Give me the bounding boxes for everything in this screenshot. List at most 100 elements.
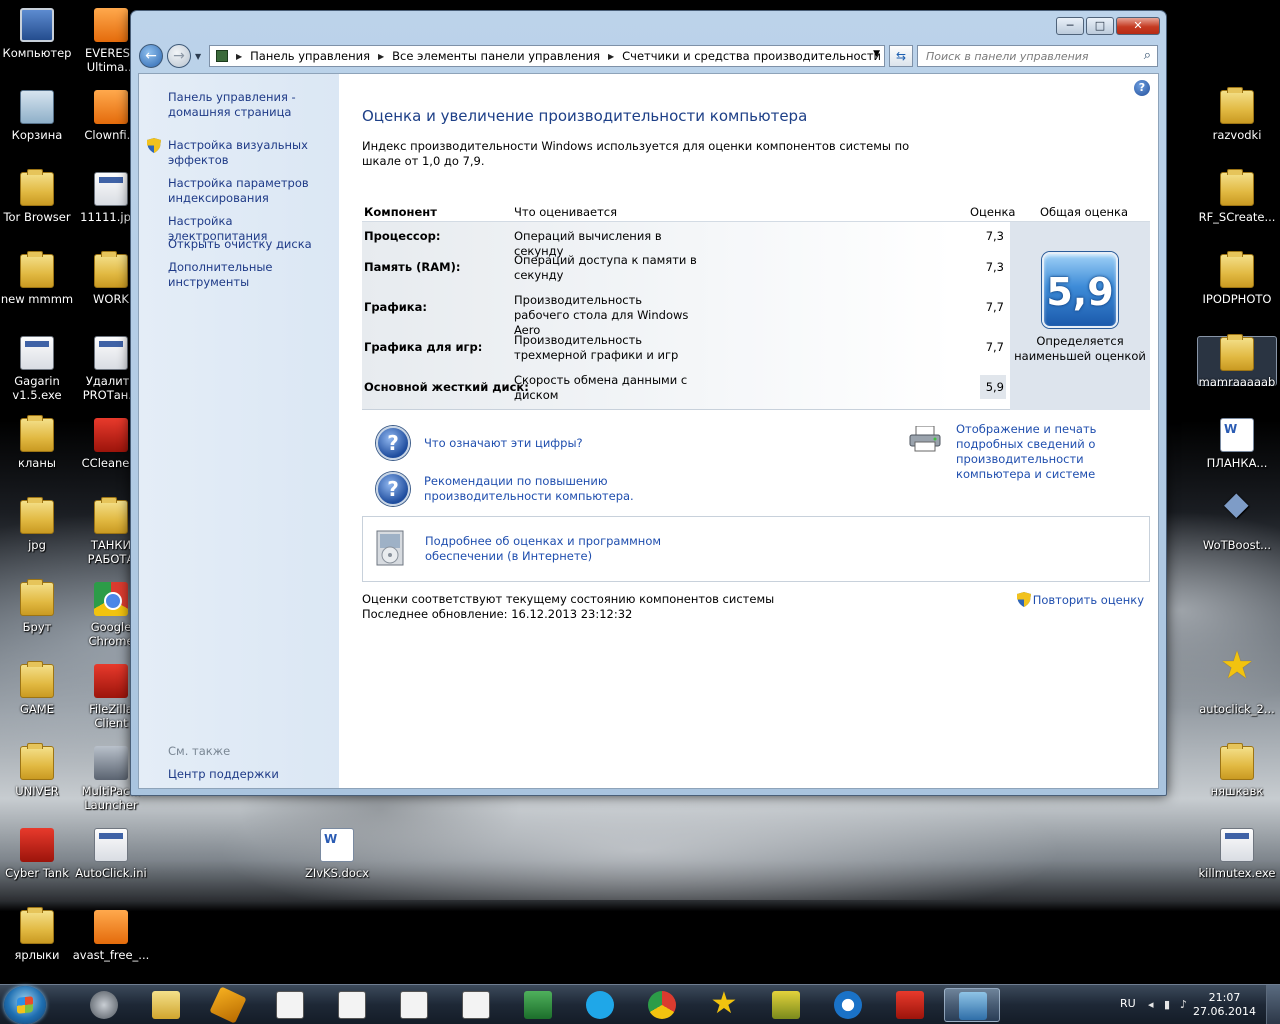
start-button[interactable]: [4, 986, 46, 1024]
taskbar-exe-2[interactable]: [324, 988, 380, 1022]
desktop-icon-gagarin[interactable]: Gagarin v1.5.exe: [0, 336, 77, 402]
main-pane: Оценка и увеличение производительности к…: [362, 74, 1150, 788]
exe-icon: [1220, 828, 1254, 862]
minimize-button[interactable]: ─: [1056, 17, 1084, 35]
row-score: 7,3: [985, 260, 1004, 274]
folder-icon: [1220, 743, 1254, 780]
help-question-icon: ?: [376, 426, 410, 460]
desktop-icon-computer[interactable]: Компьютер: [0, 8, 77, 60]
desktop-icon-killmutex[interactable]: killmutex.exe: [1197, 828, 1277, 880]
desktop-icon-jpg[interactable]: jpg: [0, 497, 77, 552]
clock-date: 27.06.2014: [1193, 1005, 1256, 1018]
desktop-icon-cyber-tank[interactable]: Cyber Tank: [0, 828, 77, 880]
desktop-icon-recycle-bin[interactable]: Корзина: [0, 90, 77, 142]
close-button[interactable]: ✕: [1116, 17, 1160, 35]
recycle-bin-icon: [20, 90, 54, 124]
forward-button[interactable]: →: [167, 44, 191, 68]
desktop-icon-wotboost[interactable]: WoTBoost...: [1197, 496, 1277, 552]
desktop-icon-ipodphoto[interactable]: IPODPHOTO: [1197, 251, 1277, 306]
language-indicator[interactable]: RU: [1120, 997, 1136, 1010]
online-details-link[interactable]: Подробнее об оценках и программном обесп…: [425, 534, 665, 564]
word-doc-icon: [1220, 418, 1254, 452]
taskbar: ★ RU ◂ ▮ ♪ 21:07 27.06.2014: [0, 984, 1280, 1024]
taskbar-winamp[interactable]: [200, 986, 256, 1024]
table-row: Графика: Производительность рабочего сто…: [362, 292, 1010, 337]
table-body: Процессор: Операций вычисления в секунду…: [362, 222, 1150, 410]
game-icon: [772, 991, 800, 1019]
folder-icon: [94, 251, 128, 288]
performance-window: ─ □ ✕ ← → ▼ ▶ Панель управления ▶ Все эл…: [130, 10, 1167, 796]
taskbar-explorer[interactable]: [138, 988, 194, 1022]
desktop-icon-avast[interactable]: avast_free_...: [71, 910, 151, 962]
network-icon[interactable]: ▮: [1164, 998, 1170, 1011]
desktop-icon-razvodki[interactable]: razvodki: [1197, 87, 1277, 142]
folder-icon: [20, 907, 54, 944]
taskbar-excel[interactable]: [510, 988, 566, 1022]
left-task-pane: Панель управления - домашняя страница На…: [139, 74, 339, 788]
taskbar-game[interactable]: [758, 988, 814, 1022]
rerun-assessment[interactable]: Повторить оценку: [1016, 592, 1144, 607]
address-dropdown-icon[interactable]: ▼: [873, 49, 880, 59]
taskbar-exe-1[interactable]: [262, 988, 318, 1022]
row-score: 7,7: [985, 300, 1004, 314]
desktop-icon-planka[interactable]: ПЛАНКА...: [1197, 418, 1277, 470]
breadcrumb-all-items[interactable]: Все элементы панели управления: [392, 49, 600, 63]
control-panel-home-link[interactable]: Панель управления - домашняя страница: [168, 90, 328, 120]
breadcrumb-performance[interactable]: Счетчики и средства производительности: [622, 49, 881, 63]
desktop-icon-autoclick-ini[interactable]: AutoClick.ini: [71, 828, 151, 880]
back-button[interactable]: ←: [139, 44, 163, 68]
clock-time: 21:07: [1208, 991, 1241, 1004]
tray-overflow-icon[interactable]: ◂: [1148, 998, 1154, 1011]
taskbar-world-of-tanks[interactable]: [76, 988, 132, 1022]
recent-pages-dropdown[interactable]: ▼: [195, 52, 205, 61]
desktop-icon-autoclick2[interactable]: autoclick_2...: [1197, 658, 1277, 716]
window-controls: ─ □ ✕: [1056, 17, 1160, 35]
desktop-icon-yarlyki[interactable]: ярлыки: [0, 907, 77, 962]
volume-icon[interactable]: ♪: [1180, 998, 1187, 1011]
address-bar[interactable]: ▶ Панель управления ▶ Все элементы панел…: [209, 45, 885, 67]
folder-icon: [20, 743, 54, 780]
taskbar-star-app[interactable]: ★: [696, 988, 752, 1022]
intro-text: Индекс производительности Windows исполь…: [362, 139, 910, 168]
desktop-icon-mamraaaaab[interactable]: mamraaaaab: [1197, 334, 1277, 389]
taskbar-exe-3[interactable]: [386, 988, 442, 1022]
tips-link[interactable]: Рекомендации по повышению производительн…: [424, 474, 644, 504]
taskbar-exe-4[interactable]: [448, 988, 504, 1022]
taskbar-filezilla[interactable]: [882, 988, 938, 1022]
exe-icon: [276, 991, 304, 1019]
desktop-icon-klany[interactable]: кланы: [0, 415, 77, 470]
row-score: 7,3: [985, 229, 1004, 243]
maximize-button[interactable]: □: [1086, 17, 1114, 35]
disk-cleanup-link[interactable]: Открыть очистку диска: [168, 237, 328, 252]
word-doc-icon: [320, 828, 354, 862]
clock[interactable]: 21:07 27.06.2014: [1193, 991, 1256, 1019]
desktop-icon-nyashkavk[interactable]: няшкавк: [1197, 743, 1277, 798]
taskbar-chrome[interactable]: [634, 988, 690, 1022]
desktop-icon-univer[interactable]: UNIVER: [0, 743, 77, 798]
desktop-icon-tor-browser[interactable]: Tor Browser: [0, 169, 77, 224]
desktop-icon-brut[interactable]: Брут: [0, 579, 77, 634]
taskbar-control-panel[interactable]: [944, 988, 1000, 1022]
breadcrumb-control-panel[interactable]: Панель управления: [250, 49, 370, 63]
gem-icon: [1220, 496, 1254, 534]
avast-icon: [94, 910, 128, 944]
indexing-options-link[interactable]: Настройка параметров индексирования: [168, 176, 328, 206]
desktop-icon-rf-screate[interactable]: RF_SCreate...: [1197, 169, 1277, 224]
advanced-tools-link[interactable]: Дополнительные инструменты: [168, 260, 328, 290]
visual-effects-link[interactable]: Настройка визуальных эффектов: [168, 138, 328, 168]
row-component: Графика:: [364, 300, 427, 314]
search-input[interactable]: [926, 49, 1126, 63]
desktop-icon-game[interactable]: GAME: [0, 661, 77, 716]
base-score-badge: 5,9: [1042, 252, 1118, 328]
print-details-link[interactable]: Отображение и печать подробных сведений …: [956, 422, 1156, 482]
taskbar-teamviewer[interactable]: [820, 988, 876, 1022]
refresh-button[interactable]: ⇆: [889, 45, 913, 67]
show-desktop-button[interactable]: [1266, 985, 1280, 1024]
table-row: Память (RAM): Операций доступа к памяти …: [362, 252, 1010, 292]
desktop-icon-new-mmmm[interactable]: new mmmm: [0, 251, 77, 306]
desktop-icon-zivks-docx[interactable]: ZIvKS.docx: [297, 828, 377, 880]
what-numbers-mean-link[interactable]: Что означают эти цифры?: [424, 436, 583, 451]
search-icon[interactable]: ⌕: [1144, 48, 1151, 63]
taskbar-skype[interactable]: [572, 988, 628, 1022]
action-center-link[interactable]: Центр поддержки: [168, 767, 279, 782]
